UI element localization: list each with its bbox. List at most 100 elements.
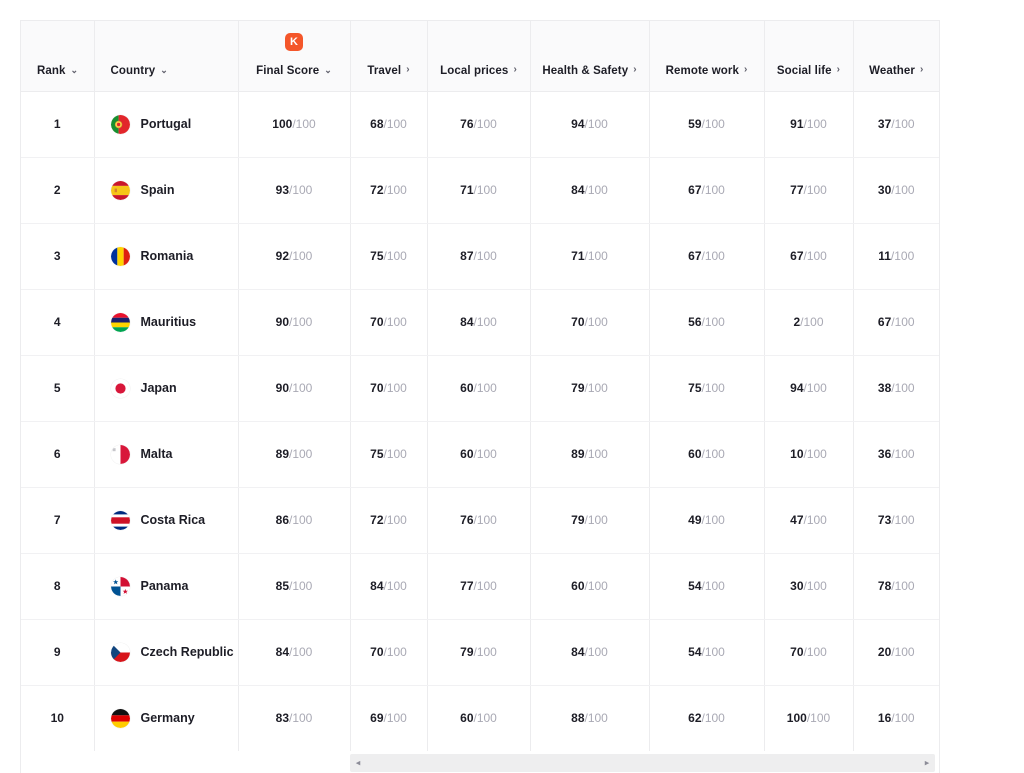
cell-rank: 8 — [21, 553, 95, 620]
table-row[interactable]: 8 Panama 85/100 84/100 77/100 60/100 54/100 30/… — [21, 553, 939, 620]
horizontal-scrollbar[interactable]: ◂ ▸ — [350, 754, 935, 772]
cell-country[interactable]: Romania — [94, 223, 239, 290]
table-row[interactable]: 6 Malta 89/100 75/100 60/100 89/100 60/100 10/1… — [21, 421, 939, 488]
score-numerator: 94 — [790, 381, 804, 395]
score-numerator: 49 — [688, 513, 702, 527]
score-numerator: 89 — [275, 447, 289, 461]
score-value: 2/100 — [793, 315, 823, 329]
cell-remote-work: 75/100 — [649, 355, 765, 422]
score-denominator: /100 — [891, 183, 915, 197]
column-header-country[interactable]: Country ⌄ — [94, 21, 239, 92]
cell-country[interactable]: Spain — [94, 157, 239, 224]
chevron-right-icon[interactable]: › — [837, 64, 840, 75]
column-header-travel[interactable]: Travel › — [350, 21, 428, 92]
chevron-right-icon[interactable]: › — [513, 64, 516, 75]
chevron-right-icon[interactable]: › — [744, 64, 747, 75]
score-numerator: 83 — [275, 711, 289, 726]
chevron-down-icon[interactable]: ⌄ — [324, 66, 332, 75]
cell-country[interactable]: Japan — [94, 355, 239, 422]
chevron-right-icon[interactable]: › — [406, 64, 409, 75]
column-header-country-label: Country — [110, 64, 156, 77]
cell-travel: 75/100 — [350, 223, 428, 290]
table-row[interactable]: 7 Costa Rica 86/100 72/100 76/100 79/100 49/10… — [21, 487, 939, 554]
column-header-rank[interactable]: Rank ⌄ — [21, 21, 95, 92]
cell-country[interactable]: Germany — [94, 685, 239, 751]
cell-local-prices: 84/100 — [427, 289, 531, 356]
table-row[interactable]: 3 Romania 92/100 75/100 87/100 71/100 67/100 67… — [21, 223, 939, 290]
score-numerator: 30 — [877, 183, 892, 197]
score-numerator: 72 — [370, 513, 384, 527]
score-value: 84/100 — [571, 183, 608, 197]
cell-social-life: 47/100 — [764, 487, 854, 554]
table-row[interactable]: 1 Portugal 100/100 68/100 76/100 94/100 59/100… — [21, 91, 939, 158]
cell-remote-work: 54/100 — [649, 619, 765, 686]
column-header-final-score[interactable]: K Final Score ⌄ — [238, 21, 351, 92]
cell-country[interactable]: Costa Rica — [94, 487, 239, 554]
flag-japan-icon — [110, 378, 130, 398]
score-numerator: 75 — [688, 381, 702, 395]
table-row[interactable]: 9 Czech Republic 84/100 70/100 79/100 84/100 5… — [21, 619, 939, 686]
score-denominator: /100 — [701, 711, 725, 726]
cell-country[interactable]: Malta — [94, 421, 239, 488]
table-row[interactable]: 10 Germany 83/100 69/100 60/100 88/100 62/100 1… — [21, 685, 939, 751]
flag-malta-icon — [110, 444, 130, 464]
score-numerator: 37 — [877, 117, 892, 131]
column-header-social-life[interactable]: Social life › — [764, 21, 854, 92]
score-value: 76/100 — [460, 117, 497, 131]
score-numerator: 77 — [460, 579, 474, 593]
table-row[interactable]: 5 Japan 90/100 70/100 60/100 79/100 75/100 94/1… — [21, 355, 939, 422]
score-value: 68/100 — [370, 117, 407, 131]
column-header-remote-work[interactable]: Remote work › — [649, 21, 765, 92]
cell-local-prices: 77/100 — [427, 553, 531, 620]
cell-weather: 67/100 — [853, 289, 939, 356]
scroll-right-arrow-icon[interactable]: ▸ — [921, 758, 933, 768]
score-denominator: /100 — [803, 381, 827, 395]
score-denominator: /100 — [383, 711, 407, 726]
table-row[interactable]: 4 Mauritius 90/100 70/100 84/100 70/100 56/100… — [21, 289, 939, 356]
score-denominator: /100 — [473, 711, 497, 726]
score-value: 37/100 — [878, 117, 915, 131]
score-value: 60/100 — [688, 447, 725, 461]
cell-remote-work: 56/100 — [649, 289, 765, 356]
flag-costa-rica-icon — [110, 510, 130, 530]
score-numerator: 54 — [688, 645, 702, 659]
score-value: 91/100 — [790, 117, 827, 131]
score-value: 69/100 — [370, 711, 407, 725]
cell-country[interactable]: Czech Republic — [94, 619, 239, 686]
score-numerator: 60 — [460, 381, 474, 395]
cell-weather: 73/100 — [853, 487, 939, 554]
column-header-local-prices[interactable]: Local prices › — [427, 21, 531, 92]
score-value: 73/100 — [878, 513, 915, 527]
score-denominator: /100 — [584, 117, 608, 131]
score-denominator: /100 — [584, 447, 608, 461]
table-row[interactable]: 2 Spain 93/100 72/100 71/100 84/100 67/100 77/1… — [21, 157, 939, 224]
cell-local-prices: 76/100 — [427, 487, 531, 554]
cell-country[interactable]: Panama — [94, 553, 239, 620]
flag-panama-icon — [110, 576, 130, 596]
cell-travel: 69/100 — [350, 685, 428, 751]
score-value: 62/100 — [688, 711, 725, 725]
score-value: 77/100 — [790, 183, 827, 197]
score-numerator: 67 — [790, 249, 804, 263]
cell-health-safety: 88/100 — [530, 685, 650, 751]
column-header-health-safety[interactable]: Health & Safety › — [530, 21, 650, 92]
cell-final-score: 90/100 — [238, 289, 351, 356]
score-denominator: /100 — [292, 117, 316, 131]
chevron-right-icon[interactable]: › — [920, 64, 923, 75]
horizontal-scrollbar-cell[interactable]: ◂ ▸ — [350, 751, 939, 773]
chevron-down-icon[interactable]: ⌄ — [160, 66, 168, 75]
score-denominator: /100 — [289, 513, 313, 527]
cell-weather: 11/100 — [853, 223, 939, 290]
score-value: 38/100 — [878, 381, 915, 395]
score-value: 49/100 — [688, 513, 725, 527]
cell-weather: 36/100 — [853, 421, 939, 488]
score-value: 79/100 — [571, 513, 608, 527]
cell-weather: 20/100 — [853, 619, 939, 686]
score-numerator: 91 — [790, 117, 804, 131]
scroll-left-arrow-icon[interactable]: ◂ — [352, 758, 364, 768]
cell-country[interactable]: Mauritius — [94, 289, 239, 356]
cell-country[interactable]: Portugal — [94, 91, 239, 158]
chevron-down-icon[interactable]: ⌄ — [71, 66, 79, 75]
chevron-right-icon[interactable]: › — [633, 64, 636, 75]
column-header-weather[interactable]: Weather › — [853, 21, 939, 92]
